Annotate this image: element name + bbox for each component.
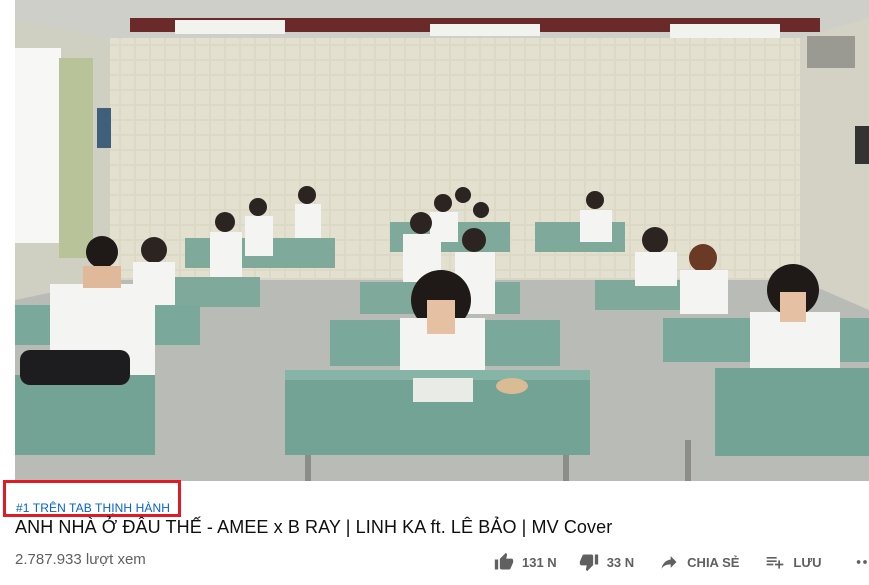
share-label: CHIA SẺ	[687, 554, 740, 570]
share-icon	[661, 556, 677, 569]
save-button[interactable]: LƯU	[765, 552, 822, 572]
thumb-down-icon	[579, 554, 598, 572]
video-actions: 131 N 33 N CHIA SẺ LƯU	[494, 551, 869, 573]
video-player[interactable]	[15, 0, 869, 481]
dislike-count: 33 N	[606, 554, 635, 570]
video-thumbnail	[15, 0, 869, 481]
video-title: ANH NHÀ Ở ĐÂU THẾ - AMEE x B RAY | LINH …	[15, 517, 613, 537]
share-button[interactable]: CHIA SẺ	[659, 552, 739, 572]
like-count: 131 N	[522, 554, 557, 570]
playlist-add-icon	[767, 557, 784, 569]
thumb-up-icon	[494, 552, 514, 570]
more-actions-button[interactable]	[854, 551, 869, 573]
view-count: 2.787.933 lượt xem	[15, 551, 146, 568]
trending-tag-link[interactable]: #1 TRÊN TAB THỊNH HÀNH	[16, 501, 170, 515]
more-horiz-icon	[856, 560, 867, 564]
dislike-button[interactable]: 33 N	[579, 552, 634, 572]
like-button[interactable]: 131 N	[494, 552, 557, 572]
save-label: LƯU	[793, 554, 822, 570]
